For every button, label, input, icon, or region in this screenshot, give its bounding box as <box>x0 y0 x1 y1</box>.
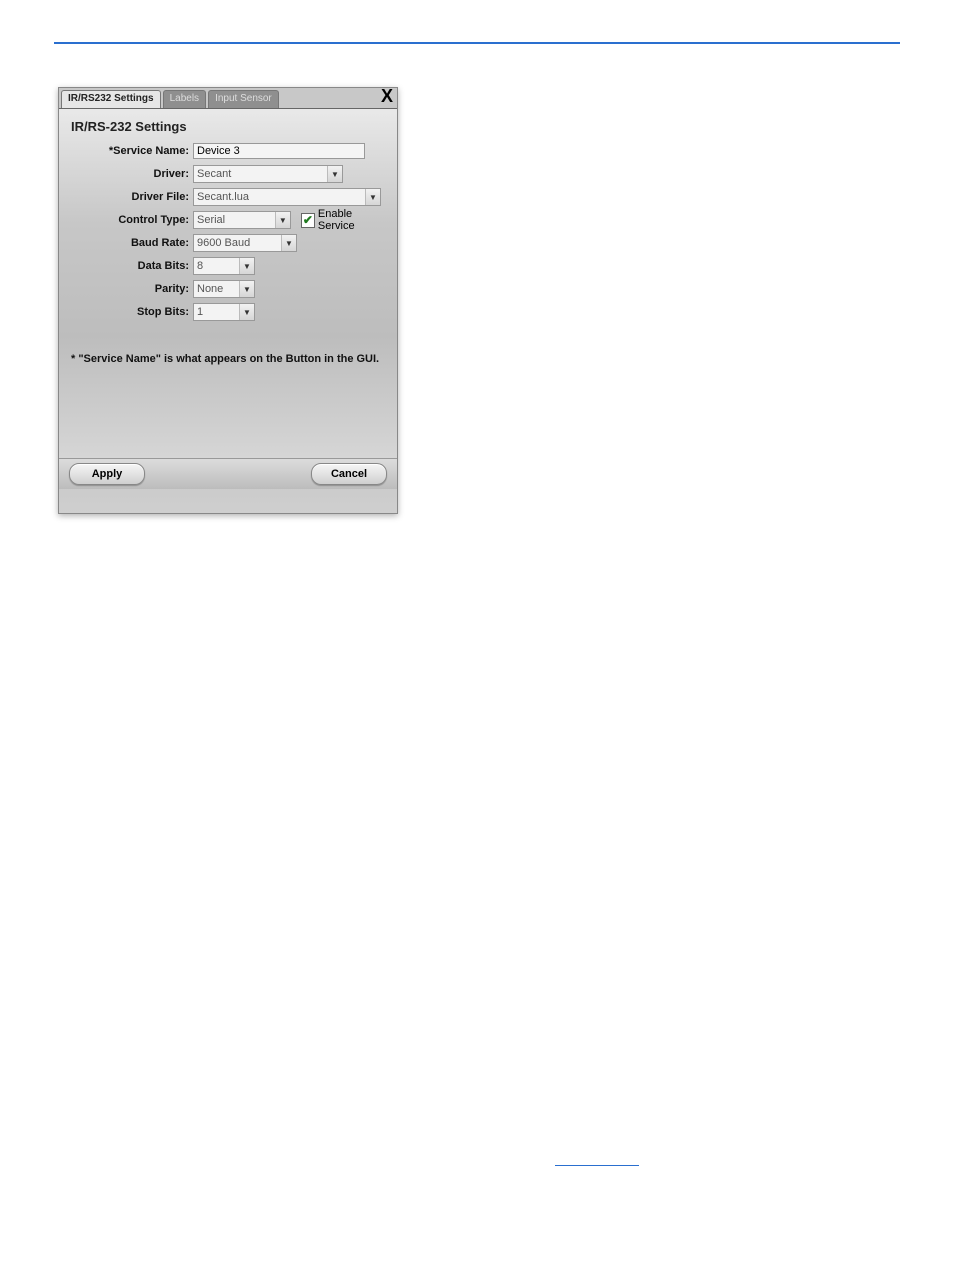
row-stop-bits: Stop Bits: 1 ▼ <box>59 302 387 322</box>
data-bits-value: 8 <box>197 260 203 272</box>
settings-panel: IR/RS-232 Settings *Service Name: Driver… <box>59 108 397 489</box>
settings-dialog: X IR/RS232 Settings Labels Input Sensor … <box>58 87 398 514</box>
stop-bits-value: 1 <box>197 306 203 318</box>
chevron-down-icon: ▼ <box>327 166 342 182</box>
row-control-type: Control Type: Serial ▼ ✔ Enable Service <box>59 210 387 230</box>
enable-service-wrap: ✔ Enable Service <box>301 208 387 232</box>
chevron-down-icon: ▼ <box>275 212 290 228</box>
row-driver-file: Driver File: Secant.lua ▼ <box>59 187 387 207</box>
tab-bar: IR/RS232 Settings Labels Input Sensor <box>59 88 397 108</box>
label-parity: Parity: <box>59 283 193 295</box>
chevron-down-icon: ▼ <box>239 258 254 274</box>
parity-select[interactable]: None ▼ <box>193 280 255 298</box>
button-bar: Apply Cancel <box>59 458 397 489</box>
chevron-down-icon: ▼ <box>281 235 296 251</box>
row-baud-rate: Baud Rate: 9600 Baud ▼ <box>59 233 387 253</box>
chevron-down-icon: ▼ <box>365 189 380 205</box>
tab-ir-rs232[interactable]: IR/RS232 Settings <box>61 90 161 108</box>
driver-value: Secant <box>197 168 231 180</box>
apply-button[interactable]: Apply <box>69 463 145 485</box>
driver-select[interactable]: Secant ▼ <box>193 165 343 183</box>
label-data-bits: Data Bits: <box>59 260 193 272</box>
enable-service-checkbox[interactable]: ✔ <box>301 213 315 228</box>
label-driver-file: Driver File: <box>59 191 193 203</box>
footnote: * "Service Name" is what appears on the … <box>71 353 379 365</box>
stop-bits-select[interactable]: 1 ▼ <box>193 303 255 321</box>
enable-service-label: Enable Service <box>318 208 387 232</box>
label-driver: Driver: <box>59 168 193 180</box>
chevron-down-icon: ▼ <box>239 304 254 320</box>
panel-title: IR/RS-232 Settings <box>59 109 397 138</box>
cancel-button[interactable]: Cancel <box>311 463 387 485</box>
label-service-name: *Service Name: <box>59 145 193 157</box>
row-parity: Parity: None ▼ <box>59 279 387 299</box>
baud-rate-select[interactable]: 9600 Baud ▼ <box>193 234 297 252</box>
tab-input-sensor[interactable]: Input Sensor <box>208 90 279 108</box>
footer-link-rule <box>555 1165 639 1166</box>
header-rule <box>54 42 900 44</box>
label-stop-bits: Stop Bits: <box>59 306 193 318</box>
row-service-name: *Service Name: <box>59 141 387 161</box>
row-driver: Driver: Secant ▼ <box>59 164 387 184</box>
label-baud-rate: Baud Rate: <box>59 237 193 249</box>
service-name-input[interactable] <box>193 143 365 159</box>
close-button[interactable]: X <box>381 86 393 107</box>
driver-file-select[interactable]: Secant.lua ▼ <box>193 188 381 206</box>
parity-value: None <box>197 283 223 295</box>
control-type-value: Serial <box>197 214 225 226</box>
driver-file-value: Secant.lua <box>197 191 249 203</box>
tab-labels[interactable]: Labels <box>163 90 206 108</box>
chevron-down-icon: ▼ <box>239 281 254 297</box>
control-type-select[interactable]: Serial ▼ <box>193 211 291 229</box>
baud-rate-value: 9600 Baud <box>197 237 250 249</box>
label-control-type: Control Type: <box>59 214 193 226</box>
data-bits-select[interactable]: 8 ▼ <box>193 257 255 275</box>
row-data-bits: Data Bits: 8 ▼ <box>59 256 387 276</box>
